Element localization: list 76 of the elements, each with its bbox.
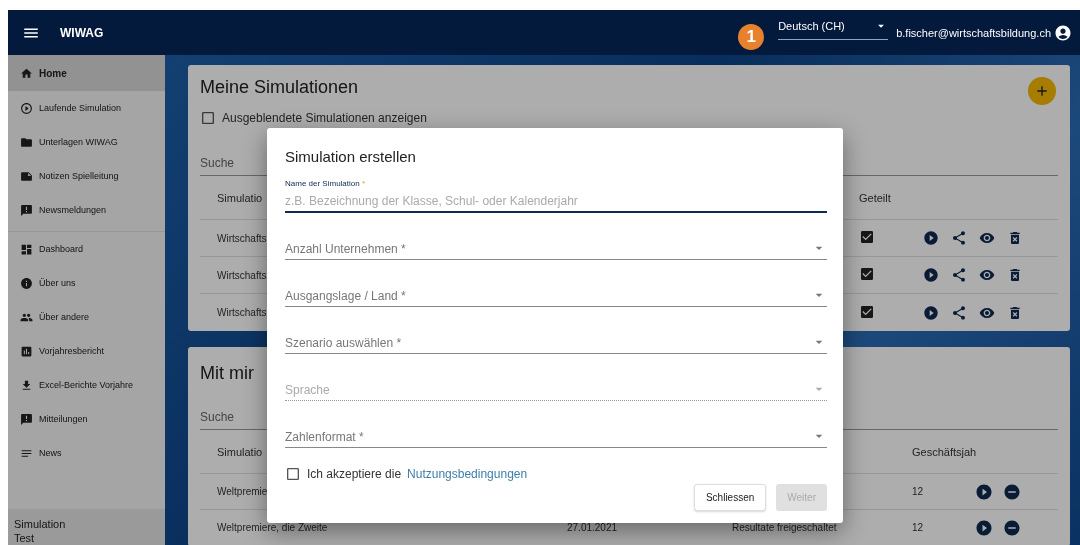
sidebar-item[interactable]: Vorjahresbericht — [8, 334, 165, 368]
shared-checkbox[interactable] — [859, 229, 875, 245]
user-email: b.fischer@wirtschaftsbildung.ch — [896, 26, 1051, 39]
card-title: Meine Simulationen — [200, 77, 359, 98]
app-title: WIWAG — [60, 25, 105, 40]
sidebar-item[interactable]: Excel-Berichte Vorjahre — [8, 368, 165, 402]
folder-icon — [20, 135, 33, 149]
card-title: Mit mir — [200, 363, 254, 384]
select-field[interactable]: Anzahl Unternehmen * — [285, 213, 827, 260]
step-badge: 1 — [738, 23, 765, 50]
column-header: Simulatio — [217, 445, 263, 458]
table-cell-text: 27.01.2021 — [567, 522, 619, 533]
note-icon — [20, 169, 33, 183]
add-button[interactable] — [1028, 77, 1056, 105]
delete-icon[interactable] — [1007, 230, 1023, 246]
terms-text: Ich akzeptiere die — [307, 467, 402, 481]
sidebar-item[interactable]: Home — [8, 55, 165, 91]
footer-label: Simulation — [14, 517, 67, 531]
play-icon[interactable] — [923, 267, 939, 283]
play-icon[interactable] — [923, 230, 939, 246]
table-cell: Wirtschafts — [217, 307, 267, 318]
select-field[interactable]: Ausgangslage / Land * — [285, 260, 827, 307]
sidebar-item[interactable]: Newsmeldungen — [8, 193, 165, 227]
play-icon[interactable] — [975, 518, 993, 537]
table-cell: Weltpremiere, die Zweite — [217, 522, 328, 533]
sidebar-item[interactable]: News — [8, 436, 165, 470]
alert-message-icon — [20, 203, 33, 217]
remove-icon[interactable] — [1003, 482, 1021, 501]
table-cell: Weltpremie — [217, 486, 268, 497]
table-cell-text: 12 — [912, 486, 925, 497]
share-icon[interactable] — [951, 230, 967, 246]
bar-chart-icon — [20, 344, 33, 358]
input-field[interactable]: z.B. Bezeichnung der Klasse, Schul- oder Kalenderjahr — [285, 194, 827, 213]
select-field[interactable]: Szenario auswählen * — [285, 307, 827, 354]
share-icon[interactable] — [951, 267, 967, 283]
alert-message-icon — [20, 412, 33, 426]
dashboard-icon — [20, 242, 33, 256]
dialog-title: Simulation erstellen — [285, 148, 417, 165]
info-icon — [20, 276, 33, 290]
table-cell: Wirtschafts — [217, 269, 267, 281]
sidebar-item[interactable]: Unterlagen WIWAG — [8, 125, 165, 159]
close-button[interactable]: Schliessen — [693, 484, 767, 511]
column-header: Simulatio — [217, 191, 263, 204]
sidebar-item[interactable]: Notizen Spielleitung — [8, 159, 165, 193]
select-field[interactable]: Zahlenformat * — [285, 401, 827, 448]
column-header: Geteilt — [859, 191, 892, 204]
sidebar-item[interactable]: Dashboard — [8, 232, 165, 266]
footer-value: Test — [14, 531, 36, 545]
play-icon[interactable] — [923, 304, 939, 321]
table-cell-text: Resultate freigeschaltet — [732, 522, 838, 533]
terms-link[interactable]: Nutzungsbedingungen — [407, 467, 528, 481]
home-icon — [20, 66, 33, 80]
eye-icon[interactable] — [979, 230, 995, 246]
checkbox-label: Ausgeblendete Simulationen anzeigen — [222, 111, 427, 125]
sidebar-item[interactable]: Laufende Simulation — [8, 91, 165, 125]
delete-icon[interactable] — [1007, 267, 1023, 283]
play-icon[interactable] — [975, 482, 993, 501]
table-cell: Wirtschafts — [217, 232, 267, 244]
eye-icon[interactable] — [979, 267, 995, 283]
share-icon[interactable] — [951, 304, 967, 321]
checkbox[interactable] — [285, 466, 301, 482]
download-icon — [20, 378, 33, 392]
column-header: Geschäftsjah — [912, 445, 978, 458]
sidebar-item[interactable]: Über uns — [8, 266, 165, 300]
sidebar-item[interactable]: Über andere — [8, 300, 165, 334]
delete-icon[interactable] — [1007, 304, 1023, 321]
plus-icon — [1034, 83, 1050, 99]
shared-checkbox[interactable] — [859, 303, 875, 320]
table-cell-text: 12 — [912, 522, 925, 533]
sidebar-item[interactable]: Mitteilungen — [8, 402, 165, 436]
account-icon[interactable] — [1054, 23, 1072, 42]
language-select[interactable]: Deutsch (CH) — [778, 19, 889, 40]
remove-icon[interactable] — [1003, 518, 1021, 537]
shared-checkbox[interactable] — [859, 266, 875, 282]
checkbox[interactable] — [200, 110, 216, 126]
field-label: Name der Simulation * — [285, 179, 367, 188]
